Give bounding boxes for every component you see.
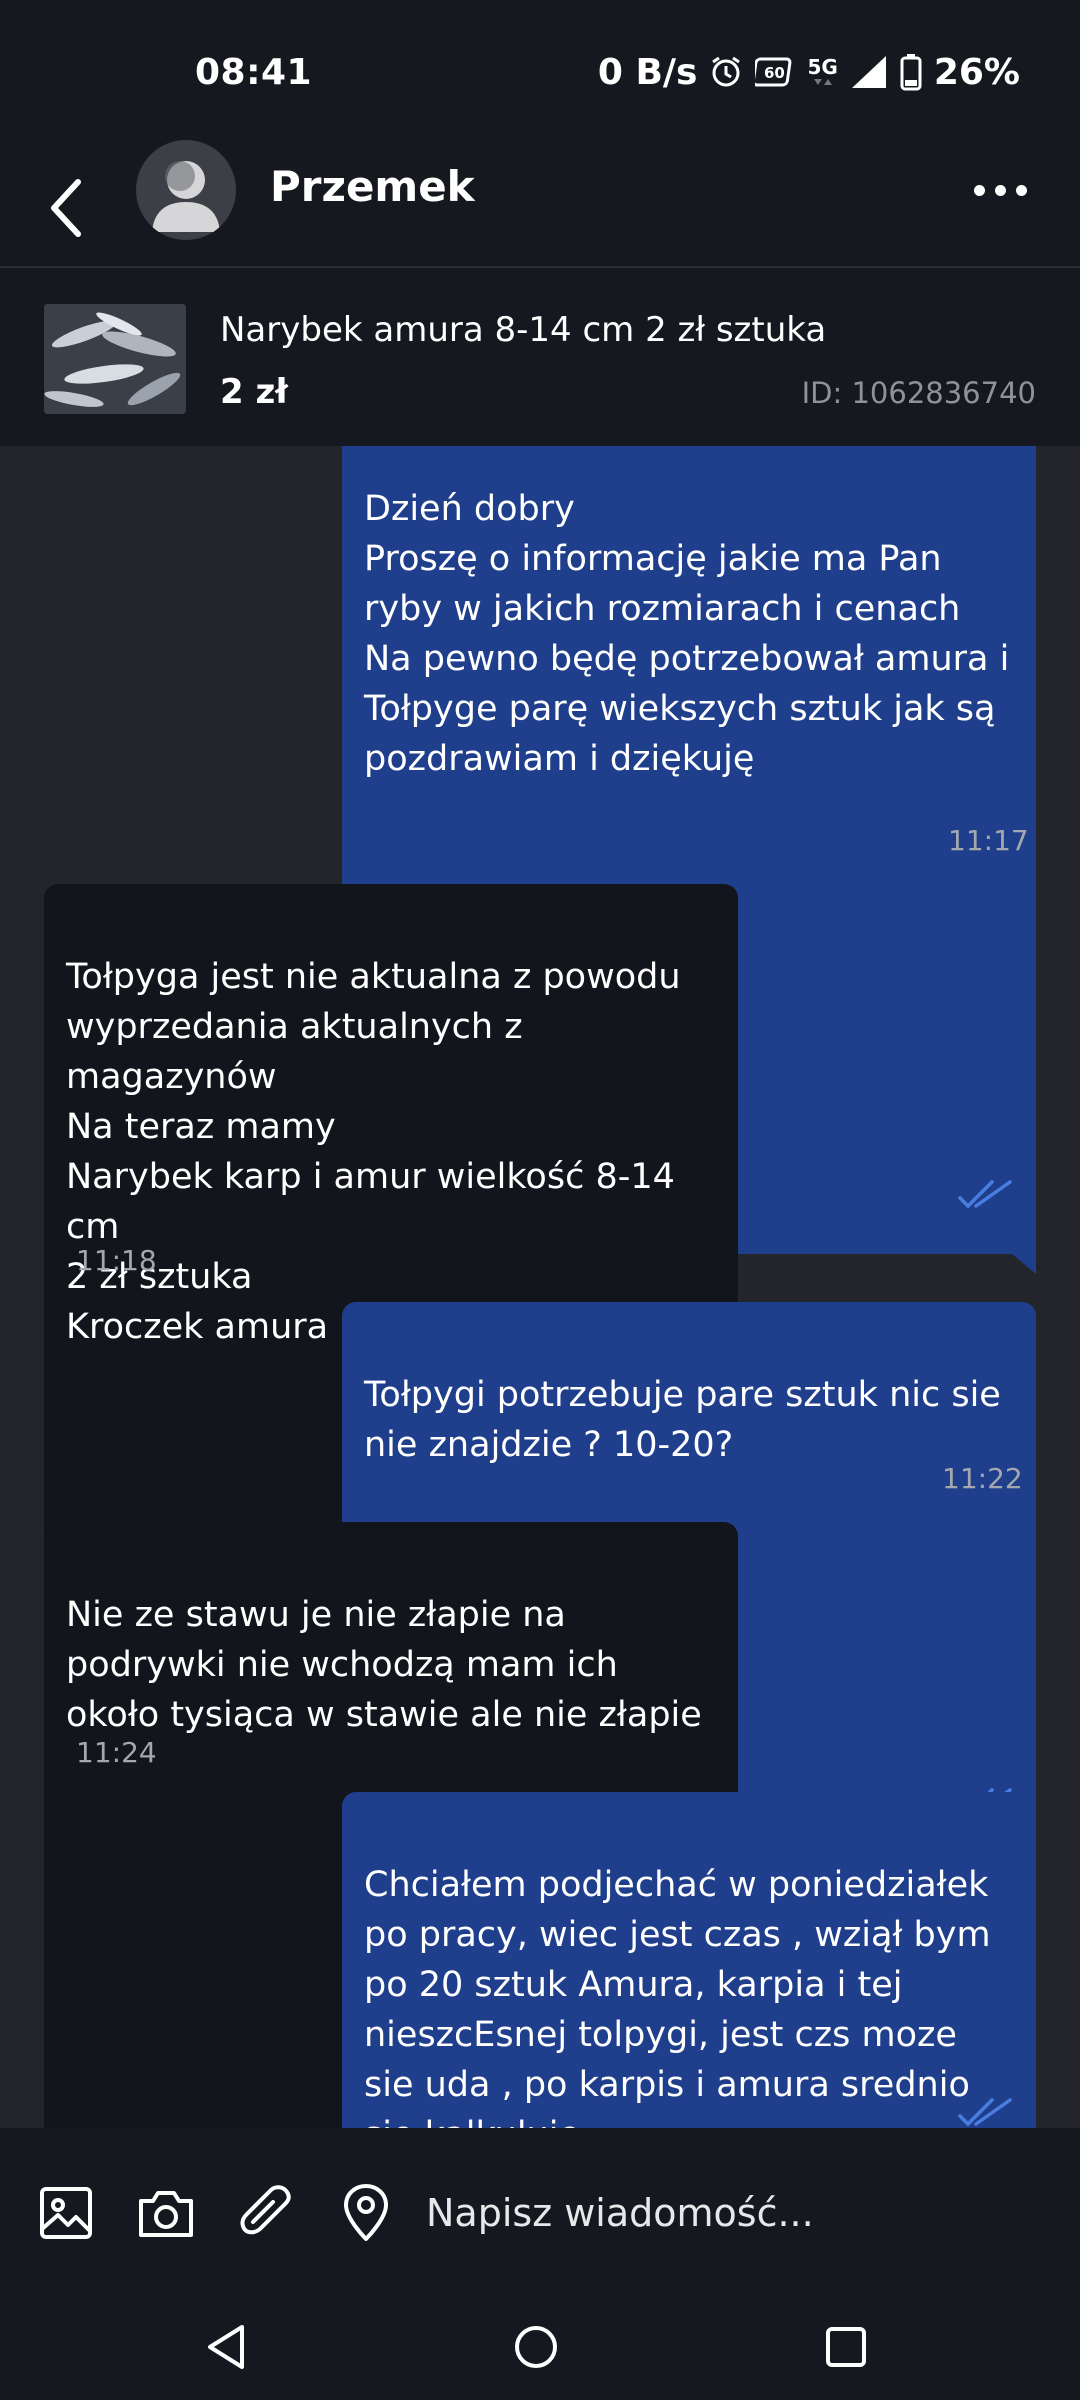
back-button[interactable] <box>36 168 96 248</box>
gallery-button[interactable] <box>36 2183 96 2243</box>
svg-text:60: 60 <box>764 64 785 82</box>
status-icons: 0 B/s 60 5G 26% <box>598 50 1020 94</box>
read-check-icon <box>958 2042 1012 2128</box>
network-5g-icon: 5G <box>807 57 838 87</box>
read-check-icon <box>958 1124 1012 1224</box>
status-time: 08:41 <box>195 52 313 93</box>
message-text: Tołpygi potrzebuje pare sztuk nic sie ni… <box>364 1375 1001 1465</box>
user-placeholder-icon <box>152 161 220 232</box>
more-dot-icon <box>1015 184 1027 196</box>
triangle-back-icon <box>208 2325 244 2369</box>
listing-title[interactable]: Narybek amura 8-14 cm 2 zł sztuka <box>220 310 826 350</box>
more-dot-icon <box>973 184 985 196</box>
message-time: 11:18 <box>76 1244 157 1277</box>
message-input-bar <box>0 2128 1080 2298</box>
message-time: 11:24 <box>76 1736 157 1769</box>
camera-button[interactable] <box>136 2183 196 2243</box>
paperclip-icon <box>240 2185 291 2235</box>
chevron-left-icon <box>51 179 81 237</box>
fish-photo-icon <box>44 304 186 414</box>
message-text: Nie ze stawu je nie złapie na podrywki n… <box>66 1595 702 1735</box>
location-pin-icon <box>344 2184 388 2241</box>
message-text: Chciałem podjechać w poniedziałek po pra… <box>364 1865 991 2128</box>
bubble-tail <box>1012 1254 1036 1274</box>
message-time: 11:17 <box>948 824 1029 857</box>
alarm-icon <box>709 55 743 89</box>
message-input[interactable] <box>424 2180 1024 2246</box>
more-dot-icon <box>994 184 1006 196</box>
listing-thumbnail[interactable] <box>44 304 186 414</box>
contact-name[interactable]: Przemek <box>270 162 475 211</box>
nav-recents-button[interactable] <box>806 2312 886 2382</box>
circle-home-icon <box>515 2326 557 2368</box>
net-speed: 0 B/s <box>597 51 698 93</box>
listing-price: 2 zł <box>220 372 288 412</box>
battery-icon <box>900 53 922 91</box>
message-bubble-outgoing[interactable]: Chciałem podjechać w poniedziałek po pra… <box>342 1792 1036 2128</box>
status-bar: 08:41 0 B/s 60 5G 26% <box>0 0 1080 150</box>
message-time: 11:22 <box>942 1462 1023 1495</box>
attach-button[interactable] <box>236 2183 296 2243</box>
listing-bar[interactable]: Narybek amura 8-14 cm 2 zł sztuka 2 zł I… <box>0 266 1080 446</box>
message-text: Tołpyga jest nie aktualna z powodu wyprz… <box>66 957 703 1347</box>
message-list[interactable]: Dzień dobry Proszę o informację jakie ma… <box>0 446 1080 2128</box>
nav-back-button[interactable] <box>186 2312 266 2382</box>
location-button[interactable] <box>336 2183 396 2243</box>
chat-header: Przemek <box>0 140 1080 266</box>
battery-percent: 26% <box>933 51 1020 93</box>
image-icon <box>40 2187 92 2239</box>
square-recents-icon <box>826 2327 866 2367</box>
listing-id: ID: 1062836740 <box>801 376 1036 410</box>
avatar[interactable] <box>136 140 236 240</box>
message-text: Dzień dobry Proszę o informację jakie ma… <box>364 489 1010 779</box>
refresh-rate-icon: 60 <box>755 55 795 89</box>
more-options-button[interactable] <box>960 168 1040 212</box>
system-navigation-bar <box>0 2298 1080 2400</box>
nav-home-button[interactable] <box>496 2312 576 2382</box>
signal-icon <box>850 54 888 90</box>
camera-icon <box>139 2191 193 2237</box>
